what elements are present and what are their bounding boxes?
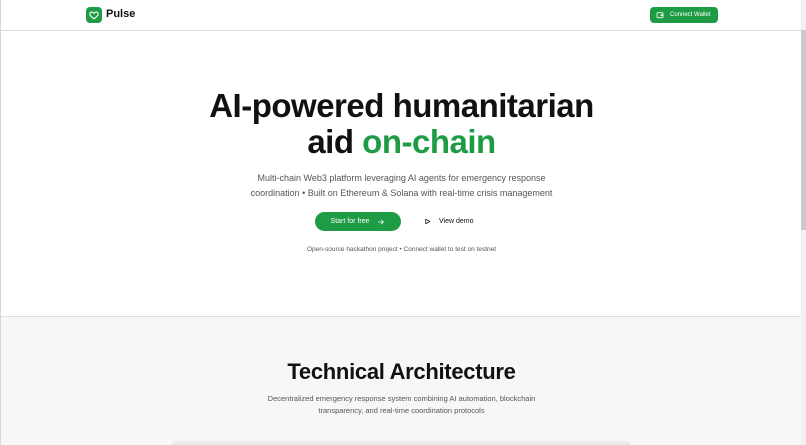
hero-title-line2: aid [307,123,354,160]
section-subtitle: Decentralized emergency response system … [1,393,802,417]
wallet-icon [656,12,664,19]
logo[interactable] [86,7,102,23]
view-demo-label: View demo [439,218,474,225]
start-for-free-button[interactable]: Start for free [315,212,401,231]
section-subtitle-line1: Decentralized emergency response system … [267,394,536,403]
scrollbar[interactable] [801,0,806,445]
top-nav: Pulse Connect Wallet [1,0,802,31]
play-icon [425,218,431,225]
section-subtitle-line2: transparency, and real-time coordination… [318,406,485,415]
brand-name[interactable]: Pulse [106,8,135,20]
start-for-free-label: Start for free [330,218,370,225]
hero-subtitle-line1: Multi-chain Web3 platform leveraging AI … [257,173,546,183]
hero-subtitle-line2: coordination • Built on Ethereum & Solan… [250,188,553,198]
hero-title: AI-powered humanitarian aid on-chain [1,88,802,160]
page: Pulse Connect Wallet AI-powered humanita… [0,0,806,445]
heart-icon [89,11,99,20]
hero-title-accent: on-chain [362,123,496,160]
hero-note: Open-source hackathon project • Connect … [306,246,497,253]
view-demo-button[interactable]: View demo [424,214,474,229]
section-title: Technical Architecture [287,359,516,384]
hero-title-line1: AI-powered humanitarian [209,87,594,124]
arrow-right-icon [378,219,385,224]
connect-wallet-label: Connect Wallet [670,12,711,18]
technical-architecture-section: Technical Architecture Decentralized eme… [1,316,802,445]
connect-wallet-button[interactable]: Connect Wallet [650,7,718,23]
card-preview-edge [171,441,631,445]
scrollbar-thumb[interactable] [801,30,806,230]
hero-subtitle: Multi-chain Web3 platform leveraging AI … [1,171,802,201]
